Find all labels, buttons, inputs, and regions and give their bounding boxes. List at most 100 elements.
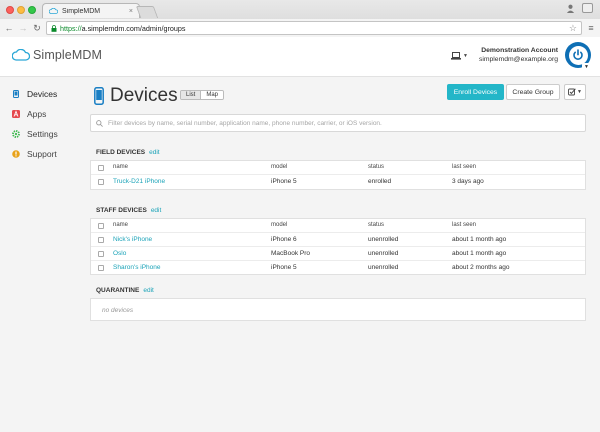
close-window-button[interactable] xyxy=(6,6,14,14)
sidebar-item-label: Support xyxy=(27,149,57,159)
apps-icon xyxy=(12,110,20,118)
search-input[interactable] xyxy=(108,119,580,127)
settings-icon xyxy=(12,130,20,138)
url-scheme: https:// xyxy=(60,23,82,33)
edit-group-link[interactable]: edit xyxy=(151,207,161,214)
empty-group-text: no devices xyxy=(102,307,134,314)
sidebar: Devices Apps Settings Support xyxy=(0,77,80,432)
device-model: MacBook Pro xyxy=(271,250,311,257)
reload-icon[interactable]: ↻ xyxy=(32,22,42,34)
row-checkbox[interactable] xyxy=(98,237,104,243)
browser-menu-icon[interactable]: ≡ xyxy=(586,23,596,33)
device-table-staff: name model status last seen Nick's iPhon… xyxy=(90,218,586,275)
minimize-window-button[interactable] xyxy=(17,6,25,14)
device-table-field: name model status last seen Truck-D21 iP… xyxy=(90,160,586,190)
group-header-staff-devices: STAFF DEVICES edit xyxy=(96,207,161,214)
map-view-button[interactable]: Map xyxy=(201,91,224,99)
back-arrow-icon[interactable]: ← xyxy=(4,22,14,34)
row-checkbox[interactable] xyxy=(98,251,104,257)
device-last-seen: about 1 month ago xyxy=(452,236,507,243)
cloud-logo-icon xyxy=(12,49,30,61)
bookmark-star-icon[interactable]: ☆ xyxy=(569,23,577,34)
account-name: Demonstration Account xyxy=(481,47,558,54)
col-header-last-seen[interactable]: last seen xyxy=(452,164,476,170)
view-toggle: List Map xyxy=(180,90,225,100)
create-group-button[interactable]: Create Group xyxy=(506,84,560,100)
browser-chrome: SimpleMDM × ← → ↻ https://a.simplemdm.co… xyxy=(0,0,600,37)
checkbox-check-icon xyxy=(568,88,576,96)
device-name-link[interactable]: Sharon's iPhone xyxy=(113,264,161,271)
sidebar-item-support[interactable]: Support xyxy=(12,149,57,159)
table-row: Truck-D21 iPhone iPhone 5 enrolled 3 day… xyxy=(91,175,585,189)
lock-icon xyxy=(51,24,57,32)
group-header-field-devices: FIELD DEVICES edit xyxy=(96,149,160,156)
table-row: Nick's iPhone iPhone 6 unenrolled about … xyxy=(91,233,585,247)
sidebar-item-devices[interactable]: Devices xyxy=(12,89,57,99)
devices-dropdown[interactable]: ▼ xyxy=(451,52,468,60)
group-title: FIELD DEVICES xyxy=(96,149,146,156)
select-all-checkbox[interactable] xyxy=(98,223,104,229)
account-email: simplemdm@example.org xyxy=(478,56,558,63)
list-view-button[interactable]: List xyxy=(181,91,202,99)
col-header-status[interactable]: status xyxy=(368,164,384,170)
window-resize-icon[interactable] xyxy=(582,3,593,13)
device-name-link[interactable]: Oslo xyxy=(113,250,126,257)
maximize-window-button[interactable] xyxy=(28,6,36,14)
table-header-row: name model status last seen xyxy=(91,219,585,233)
device-status: unenrolled xyxy=(368,264,399,271)
account-info[interactable]: Demonstration Account simplemdm@example.… xyxy=(478,46,558,64)
account-menu-chevron-icon[interactable]: ▼ xyxy=(582,63,591,71)
sidebar-item-label: Settings xyxy=(27,129,58,139)
device-status: enrolled xyxy=(368,178,392,185)
browser-tab[interactable]: SimpleMDM × xyxy=(42,3,140,18)
table-header-row: name model status last seen xyxy=(91,161,585,175)
enroll-devices-button[interactable]: Enroll Devices xyxy=(447,84,504,100)
simplemdm-logo[interactable]: SimpleMDM xyxy=(12,48,102,62)
page-title: Devices xyxy=(110,85,178,106)
col-header-name[interactable]: name xyxy=(113,222,128,228)
select-all-checkbox[interactable] xyxy=(98,165,104,171)
bulk-actions-button[interactable]: ▼ xyxy=(564,84,586,100)
user-profile-icon[interactable] xyxy=(566,4,575,14)
tab-title: SimpleMDM xyxy=(62,7,101,15)
sidebar-item-settings[interactable]: Settings xyxy=(12,129,58,139)
col-header-last-seen[interactable]: last seen xyxy=(452,222,476,228)
edit-group-link[interactable]: edit xyxy=(149,149,159,156)
cloud-favicon-icon xyxy=(49,8,58,14)
address-bar[interactable]: https://a.simplemdm.com/admin/groups ☆ xyxy=(46,21,582,35)
phone-icon xyxy=(12,90,20,98)
chevron-down-icon: ▼ xyxy=(577,89,582,95)
device-model: iPhone 5 xyxy=(271,264,297,271)
device-model: iPhone 6 xyxy=(271,236,297,243)
app-header: SimpleMDM ▼ Demonstration Account simple… xyxy=(0,37,600,77)
row-checkbox[interactable] xyxy=(98,265,104,271)
new-tab-button[interactable] xyxy=(135,6,159,18)
sidebar-item-label: Devices xyxy=(27,89,58,99)
device-last-seen: about 1 month ago xyxy=(452,250,507,257)
col-header-model[interactable]: model xyxy=(271,164,287,170)
device-name-link[interactable]: Nick's iPhone xyxy=(113,236,152,243)
sidebar-item-apps[interactable]: Apps xyxy=(12,109,46,119)
main-content: Devices List Map Enroll Devices Create G… xyxy=(90,77,588,432)
sidebar-item-label: Apps xyxy=(27,109,47,119)
device-name-link[interactable]: Truck-D21 iPhone xyxy=(113,178,165,185)
edit-group-link[interactable]: edit xyxy=(143,287,153,294)
group-title: QUARANTINE xyxy=(96,287,140,294)
forward-arrow-icon[interactable]: → xyxy=(18,22,28,34)
col-header-model[interactable]: model xyxy=(271,222,287,228)
tab-close-icon[interactable]: × xyxy=(129,8,133,15)
power-icon xyxy=(573,49,583,60)
device-status: unenrolled xyxy=(368,236,399,243)
device-search-bar[interactable] xyxy=(90,114,586,132)
table-row: Sharon's iPhone iPhone 5 unenrolled abou… xyxy=(91,261,585,275)
device-title-icon xyxy=(94,87,104,105)
search-icon xyxy=(96,119,103,127)
col-header-status[interactable]: status xyxy=(368,222,384,228)
support-icon xyxy=(12,150,20,158)
logo-text-simple: Simple xyxy=(33,48,72,62)
laptop-icon xyxy=(451,52,461,60)
device-table-quarantine: no devices xyxy=(90,298,586,321)
col-header-name[interactable]: name xyxy=(113,164,128,170)
chevron-down-icon: ▼ xyxy=(463,53,468,59)
row-checkbox[interactable] xyxy=(98,179,104,185)
